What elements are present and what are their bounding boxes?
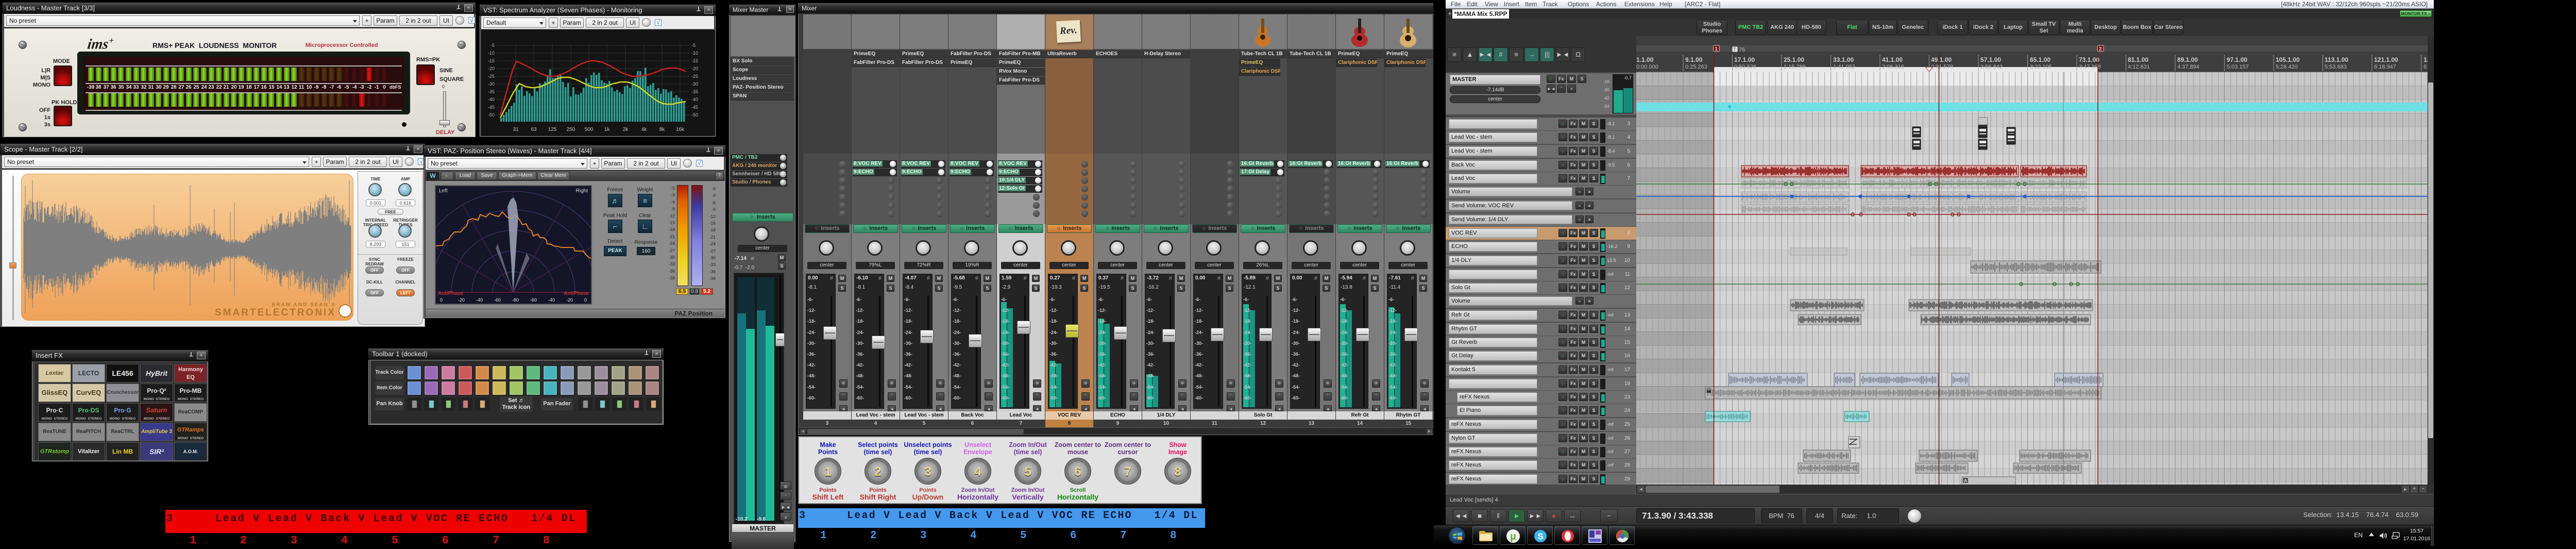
- svg-text:-5: -5: [490, 43, 495, 48]
- svg-text:2: 2: [2099, 46, 2102, 52]
- svg-text:4:37.894: 4:37.894: [2177, 64, 2199, 70]
- svg-text:89.1.00: 89.1.00: [2177, 56, 2198, 63]
- svg-text:8k: 8k: [659, 127, 666, 132]
- svg-text:5:53.683: 5:53.683: [2325, 64, 2347, 70]
- svg-text:-20: -20: [691, 66, 698, 71]
- svg-text:113.1.00: 113.1.00: [2325, 56, 2348, 63]
- svg-text:0:00.000: 0:00.000: [1636, 64, 1658, 70]
- svg-text:250: 250: [567, 127, 575, 132]
- svg-text:121.1.00: 121.1.00: [2374, 56, 2398, 63]
- svg-text:6:18.947: 6:18.947: [2374, 64, 2396, 70]
- svg-text:6:44.210: 6:44.210: [2424, 64, 2428, 70]
- svg-text:-40: -40: [488, 97, 495, 102]
- svg-text:57.1.00: 57.1.00: [1980, 56, 2001, 63]
- svg-text:1: 1: [1715, 46, 1718, 52]
- svg-text:S: S: [1537, 531, 1543, 541]
- svg-text:-45: -45: [488, 105, 495, 110]
- svg-text:2:31.579: 2:31.579: [1931, 64, 1953, 70]
- svg-text:81.1.00: 81.1.00: [2128, 56, 2148, 63]
- svg-text:16k: 16k: [676, 127, 685, 132]
- svg-text:2:56.842: 2:56.842: [1980, 64, 2003, 70]
- svg-text:-50: -50: [488, 112, 495, 118]
- svg-text:-15: -15: [488, 58, 495, 63]
- svg-text:-30: -30: [691, 81, 698, 87]
- svg-text:63: 63: [531, 127, 537, 132]
- svg-text:2k: 2k: [623, 127, 629, 132]
- svg-text:A: A: [1964, 478, 1967, 484]
- svg-text:3:22.105: 3:22.105: [2030, 64, 2052, 70]
- svg-text:5:03.157: 5:03.157: [2227, 64, 2249, 70]
- svg-text:41.1.00: 41.1.00: [1882, 56, 1903, 63]
- svg-text:-10: -10: [488, 51, 495, 56]
- svg-text:1:15.789: 1:15.789: [1784, 64, 1806, 70]
- svg-text:1:41.052: 1:41.052: [1833, 64, 1855, 70]
- svg-text:97.1.00: 97.1.00: [2227, 56, 2247, 63]
- svg-text:5:28.420: 5:28.420: [2276, 64, 2298, 70]
- svg-text:-40: -40: [691, 97, 698, 102]
- svg-text:T: T: [1733, 47, 1736, 52]
- svg-text:-10: -10: [691, 51, 698, 56]
- svg-text:0:50.526: 0:50.526: [1734, 64, 1756, 70]
- svg-text:-30: -30: [488, 81, 495, 87]
- svg-text:-35: -35: [488, 89, 495, 94]
- svg-text:31: 31: [513, 127, 519, 132]
- svg-text:73.1.00: 73.1.00: [2079, 56, 2099, 63]
- svg-text:17.1.00: 17.1.00: [1734, 56, 1755, 63]
- svg-text:4k: 4k: [641, 127, 648, 132]
- svg-text:-25: -25: [488, 74, 495, 79]
- svg-text:-35: -35: [691, 89, 698, 94]
- svg-text:65.1.00: 65.1.00: [2030, 56, 2050, 63]
- svg-text:1k: 1k: [604, 127, 611, 132]
- svg-text:33.1.00: 33.1.00: [1833, 56, 1854, 63]
- svg-text:-25: -25: [691, 74, 698, 79]
- svg-text:4:12.631: 4:12.631: [2128, 64, 2150, 70]
- svg-text:-15: -15: [691, 58, 698, 63]
- svg-text:0:25.263: 0:25.263: [1685, 64, 1707, 70]
- svg-text:25.1.00: 25.1.00: [1784, 56, 1804, 63]
- svg-text:-20: -20: [488, 66, 495, 71]
- svg-text:1.1.00: 1.1.00: [1636, 56, 1654, 63]
- svg-text:-45: -45: [691, 105, 698, 110]
- svg-text:2:06.316: 2:06.316: [1882, 64, 1904, 70]
- svg-text:105.1.00: 105.1.00: [2276, 56, 2300, 63]
- svg-text:500: 500: [585, 127, 594, 132]
- svg-text:μ: μ: [1510, 531, 1516, 542]
- svg-text:49.1.00: 49.1.00: [1931, 56, 1952, 63]
- svg-text:-5: -5: [691, 43, 696, 48]
- svg-text:76: 76: [1739, 47, 1745, 53]
- svg-text:-50: -50: [691, 112, 698, 118]
- svg-text:125: 125: [548, 127, 557, 132]
- svg-text:129.1.00: 129.1.00: [2424, 56, 2428, 63]
- svg-text:9.1.00: 9.1.00: [1685, 56, 1703, 63]
